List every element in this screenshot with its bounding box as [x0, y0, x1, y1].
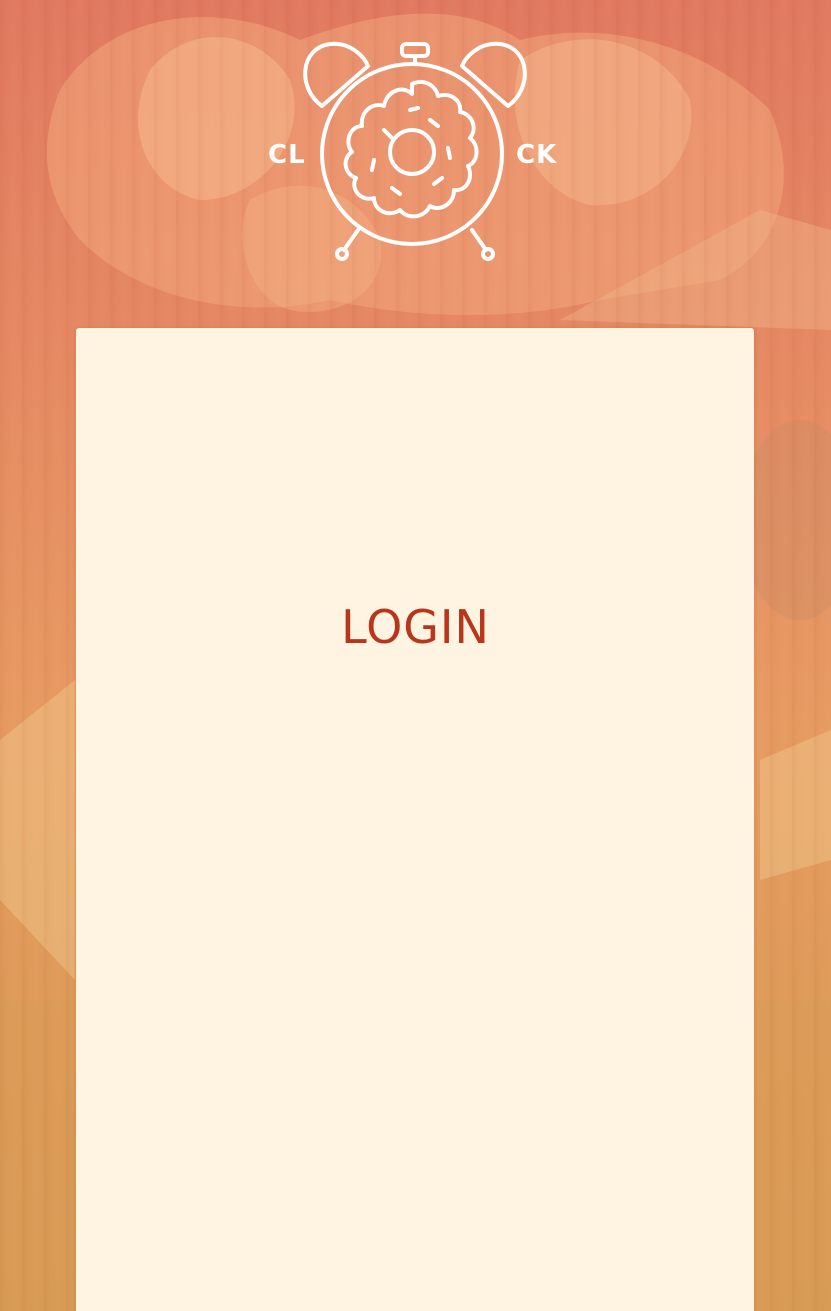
login-screen: CL CK LOGIN	[0, 0, 831, 1311]
login-title: LOGIN	[341, 600, 490, 654]
logo-text-left: CL	[268, 140, 306, 170]
logo-text-right: CK	[516, 140, 558, 170]
login-card	[76, 328, 754, 1311]
